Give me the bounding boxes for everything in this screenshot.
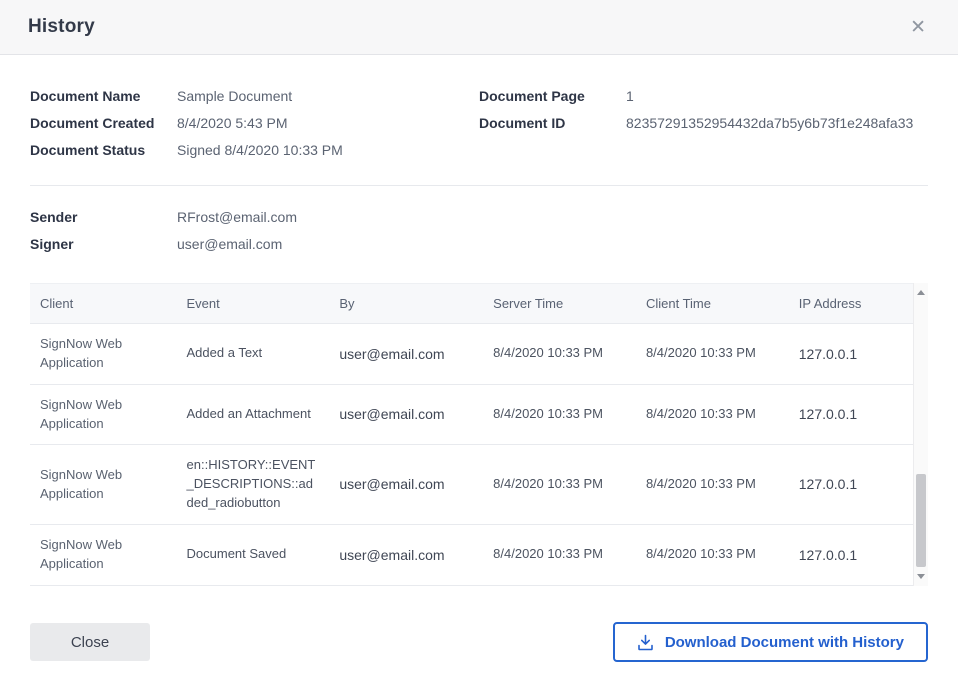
scrollbar-thumb[interactable] [916,474,926,568]
cell-client-time: 8/4/2020 10:33 PM [636,324,789,385]
table-row: SignNow Web Application Added a Text use… [30,324,928,385]
column-header-event: Event [177,284,330,324]
document-page-row: Document Page 1 [479,88,928,104]
column-header-ip-address: IP Address [789,284,928,324]
cell-ip-address: 127.0.0.1 [789,324,928,385]
table-row: SignNow Web Application en::HISTORY::EVE… [30,445,928,525]
column-header-server-time: Server Time [483,284,636,324]
download-document-button[interactable]: Download Document with History [613,622,928,662]
history-table: Client Event By Server Time Client Time … [30,283,928,586]
document-created-label: Document Created [30,115,177,131]
document-created-value: 8/4/2020 5:43 PM [177,115,292,131]
document-name-row: Document Name Sample Document [30,88,479,104]
close-button[interactable]: Close [30,623,150,661]
document-status-row: Document Status Signed 8/4/2020 10:33 PM [30,142,479,158]
modal-header: History ✕ [0,0,958,55]
column-header-client-time: Client Time [636,284,789,324]
history-table-header: Client Event By Server Time Client Time … [30,284,928,324]
document-status-value: Signed 8/4/2020 10:33 PM [177,142,347,158]
document-info-section: Document Name Sample Document Document C… [30,55,928,175]
cell-event: Added an Attachment [177,384,330,445]
scrollbar-down-arrow-icon[interactable] [914,569,928,584]
document-info-left-column: Document Name Sample Document Document C… [30,88,479,169]
document-name-label: Document Name [30,88,177,104]
sender-value: RFrost@email.com [177,209,301,225]
cell-server-time: 8/4/2020 10:33 PM [483,324,636,385]
cell-client-time: 8/4/2020 10:33 PM [636,445,789,525]
cell-by: user@email.com [329,384,483,445]
document-created-row: Document Created 8/4/2020 5:43 PM [30,115,479,131]
document-info-right-column: Document Page 1 Document ID 823572913529… [479,88,928,169]
history-table-container: Client Event By Server Time Client Time … [30,283,928,586]
cell-ip-address: 127.0.0.1 [789,445,928,525]
document-page-label: Document Page [479,88,626,104]
cell-event: Document Saved [177,524,330,585]
cell-event: en::HISTORY::EVENT_DESCRIPTIONS::added_r… [177,445,330,525]
page-title: History [28,16,95,38]
download-button-label: Download Document with History [665,634,904,651]
cell-by: user@email.com [329,324,483,385]
column-header-client: Client [30,284,177,324]
document-status-label: Document Status [30,142,177,158]
signer-row: Signer user@email.com [30,236,928,252]
cell-client: SignNow Web Application [30,384,177,445]
cell-event: Added a Text [177,324,330,385]
document-id-value: 82357291352954432da7b5y6b73f1e248afa33 [626,115,917,131]
document-id-label: Document ID [479,115,626,131]
document-id-row: Document ID 82357291352954432da7b5y6b73f… [479,115,928,131]
document-page-value: 1 [626,88,638,104]
close-icon[interactable]: ✕ [906,14,930,41]
signer-label: Signer [30,236,177,252]
cell-client-time: 8/4/2020 10:33 PM [636,384,789,445]
cell-by: user@email.com [329,524,483,585]
download-icon [637,634,654,651]
cell-ip-address: 127.0.0.1 [789,384,928,445]
scrollbar-up-arrow-icon[interactable] [914,285,928,300]
cell-by: user@email.com [329,445,483,525]
column-header-by: By [329,284,483,324]
cell-server-time: 8/4/2020 10:33 PM [483,384,636,445]
cell-client: SignNow Web Application [30,524,177,585]
table-row: SignNow Web Application Added an Attachm… [30,384,928,445]
sender-label: Sender [30,209,177,225]
cell-client: SignNow Web Application [30,324,177,385]
modal-body: Document Name Sample Document Document C… [0,55,958,604]
cell-server-time: 8/4/2020 10:33 PM [483,445,636,525]
table-row: SignNow Web Application Document Saved u… [30,524,928,585]
cell-client: SignNow Web Application [30,445,177,525]
cell-ip-address: 127.0.0.1 [789,524,928,585]
modal-footer: Close Download Document with History [0,604,958,684]
parties-section: Sender RFrost@email.com Signer user@emai… [30,186,928,283]
cell-server-time: 8/4/2020 10:33 PM [483,524,636,585]
vertical-scrollbar[interactable] [913,283,928,586]
history-modal: History ✕ Document Name Sample Document … [0,0,958,684]
cell-client-time: 8/4/2020 10:33 PM [636,524,789,585]
sender-row: Sender RFrost@email.com [30,209,928,225]
document-name-value: Sample Document [177,88,296,104]
signer-value: user@email.com [177,236,286,252]
